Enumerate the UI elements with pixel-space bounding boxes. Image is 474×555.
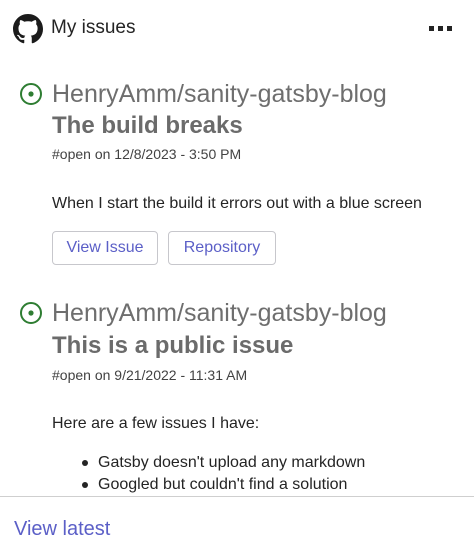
- repo-name: HenryAmm/sanity-gatsby-blog: [52, 80, 387, 108]
- issue-open-icon: [20, 83, 42, 105]
- footer-divider: [0, 496, 474, 497]
- list-item: Gatsby doesn't upload any markdown: [78, 452, 365, 474]
- issue-body: When I start the build it errors out wit…: [52, 195, 422, 212]
- dot: [447, 26, 452, 31]
- repository-button[interactable]: Repository: [168, 231, 276, 265]
- issue-meta: #open on 9/21/2022 - 11:31 AM: [52, 367, 248, 383]
- issue-body: Here are a few issues I have:: [52, 415, 260, 432]
- view-issue-button[interactable]: View Issue: [52, 231, 158, 265]
- issue-meta: #open on 12/8/2023 - 3:50 PM: [52, 146, 242, 162]
- issue-open-icon: [20, 302, 42, 324]
- dot: [429, 26, 434, 31]
- issue-title: This is a public issue: [52, 332, 294, 359]
- dot: [438, 26, 443, 31]
- repo-name: HenryAmm/sanity-gatsby-blog: [52, 299, 387, 327]
- github-icon: [13, 14, 43, 44]
- issue-title: The build breaks: [52, 112, 243, 139]
- list-item: Googled but couldn't find a solution: [78, 474, 365, 496]
- header-title: My issues: [51, 17, 136, 38]
- issue-bullet-list: Gatsby doesn't upload any markdown Googl…: [78, 452, 365, 496]
- card-header: My issues: [0, 0, 474, 58]
- view-latest-link[interactable]: View latest: [14, 516, 110, 542]
- more-options-icon[interactable]: [424, 18, 458, 38]
